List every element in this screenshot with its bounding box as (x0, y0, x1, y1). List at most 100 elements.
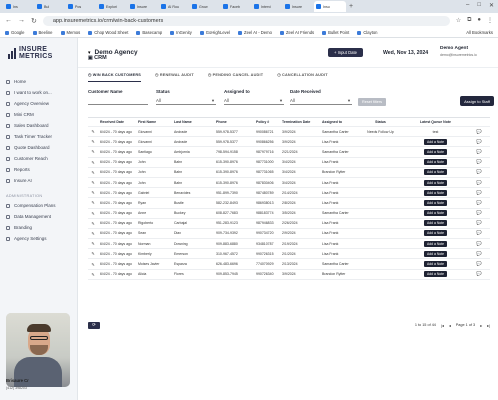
table-row[interactable]: ✎ 6/4/24 - 70 days ago Rigoberto Carbajal 95… (88, 219, 490, 229)
comment-icon[interactable]: 💬 (468, 129, 490, 135)
sidebar-item[interactable]: Compensation Plans (0, 200, 78, 211)
table-row[interactable]: ✎ 6/4/24 - 70 days ago John Bahn 615-390-897… (88, 168, 490, 178)
sidebar-item[interactable]: Insure AI (0, 175, 78, 186)
edit-icon[interactable]: ✎ (88, 231, 98, 236)
crm-tab[interactable]: ◷ RENEWAL AUDIT (155, 72, 194, 82)
add-note-button[interactable]: Add a Note (424, 220, 447, 227)
add-note-button[interactable]: Add a Note (424, 210, 447, 217)
sidebar-item[interactable]: Customer Reach (0, 153, 78, 164)
column-header[interactable]: Latest Queue Note (403, 120, 468, 124)
browser-tab[interactable]: Explori (97, 1, 127, 12)
insure-metrics-logo[interactable]: INSURE METRICS (8, 46, 53, 60)
comment-icon[interactable]: 💬 (468, 139, 490, 145)
edit-icon[interactable]: ✎ (88, 241, 98, 246)
sidebar-item[interactable]: I want to work on... (0, 87, 78, 98)
close-icon[interactable]: ✕ (489, 2, 494, 9)
status-select[interactable]: All ▾ (156, 97, 216, 105)
table-row[interactable]: ✎ 6/4/24 - 70 days ago Alicia Flores 909-853… (88, 270, 490, 280)
table-row[interactable]: ✎ 6/4/24 - 70 days ago Kimberly Emerson 310-… (88, 249, 490, 260)
browser-tab[interactable]: Faceb (221, 1, 251, 12)
assigned-to-select[interactable]: All ▾ (224, 97, 284, 105)
comment-icon[interactable]: 💬 (468, 230, 490, 236)
reset-filters-button[interactable]: Reset filters (358, 98, 386, 106)
browser-tab[interactable]: Insure (128, 1, 158, 12)
comment-icon[interactable]: 💬 (468, 169, 490, 175)
star-icon[interactable]: ☆ (456, 17, 461, 24)
browser-tab[interactable]: Insu (314, 1, 346, 12)
bookmark-item[interactable]: Google (5, 30, 25, 35)
table-row[interactable]: ✎ 6/4/24 - 70 days ago John Bahn 615-390-897… (88, 178, 490, 189)
table-row[interactable]: ✎ 6/4/24 - 70 days ago Santiago Ambjornia 79… (88, 147, 490, 158)
add-note-button[interactable]: Add a Note (424, 261, 447, 268)
last-page-icon[interactable]: ▸| (487, 323, 490, 328)
browser-tab[interactable]: AI Rou (159, 1, 189, 12)
edit-icon[interactable]: ✎ (88, 190, 98, 195)
edit-icon[interactable]: ✎ (88, 200, 98, 205)
bookmark-item[interactable]: GoHighLevel (199, 30, 230, 35)
agent-name[interactable]: Demo Agent (440, 46, 468, 51)
table-row[interactable]: ✎ 6/4/24 - 70 days ago Gabriel Benavides 951… (88, 188, 490, 199)
assign-to-staff-button[interactable]: Assign to Staff (460, 96, 494, 106)
new-tab-icon[interactable]: + (349, 3, 353, 10)
browser-tab[interactable]: Pos (66, 1, 96, 12)
input-date-button[interactable]: + Input Date (328, 48, 363, 57)
refresh-button[interactable]: ⟳ (88, 321, 100, 329)
add-note-button[interactable]: Add a Note (424, 230, 447, 237)
comment-icon[interactable]: 💬 (468, 159, 490, 165)
edit-icon[interactable]: ✎ (88, 211, 98, 216)
browser-tab[interactable]: Ins (4, 1, 34, 12)
comment-icon[interactable]: 💬 (468, 190, 490, 196)
add-note-button[interactable]: Add a Note (424, 138, 447, 145)
bookmark-item[interactable]: Basecamp (136, 30, 162, 35)
column-header[interactable]: Assigned to (322, 120, 358, 124)
column-header[interactable]: Policy # (256, 120, 282, 124)
comment-icon[interactable]: 💬 (468, 149, 490, 155)
browser-tab[interactable]: Grow (190, 1, 220, 12)
sidebar-item[interactable]: Home (0, 76, 78, 87)
sidebar-item[interactable]: Sales Dashboard (0, 120, 78, 131)
edit-icon[interactable]: ✎ (88, 139, 98, 144)
table-row[interactable]: ✎ 6/4/24 - 70 days ago Ryan Bustle 582-232-8… (88, 198, 490, 209)
add-note-button[interactable]: Add a Note (424, 179, 447, 186)
column-header[interactable]: Phone (216, 120, 256, 124)
bookmark-item[interactable]: Chop Wood Sheet (88, 30, 128, 35)
bookmark-item[interactable]: Clayton (357, 30, 378, 35)
edit-icon[interactable]: ✎ (88, 262, 98, 267)
column-header[interactable]: Received Date (98, 120, 138, 124)
column-header[interactable]: First Name (138, 120, 174, 124)
back-icon[interactable]: ← (5, 17, 12, 24)
add-note-button[interactable]: Add a Note (424, 250, 447, 257)
bookmark-item[interactable]: InGenity (170, 30, 192, 35)
edit-icon[interactable]: ✎ (88, 149, 98, 154)
table-row[interactable]: ✎ 6/4/24 - 70 days ago Sean Diax 909-734-939… (88, 229, 490, 240)
browser-tab[interactable]: Bul (35, 1, 65, 12)
crm-tab[interactable]: ◷ PENDING CANCEL AUDIT (208, 72, 263, 82)
edit-icon[interactable]: ✎ (88, 251, 98, 256)
bookmark-item[interactable]: Zeel AI Friends (279, 30, 314, 35)
comment-icon[interactable]: 💬 (468, 251, 490, 257)
edit-icon[interactable]: ✎ (88, 272, 98, 277)
edit-icon[interactable]: ✎ (88, 170, 98, 175)
sidebar-item[interactable]: Task Timer Tracker (0, 131, 78, 142)
profile-icon[interactable]: ● (477, 17, 481, 24)
sidebar-item[interactable]: Data Management (0, 211, 78, 222)
comment-icon[interactable]: 💬 (468, 180, 490, 186)
bookmark-item[interactable]: Zeel AI - Demo (238, 30, 272, 35)
sidebar-item[interactable]: Reports (0, 164, 78, 175)
table-row[interactable]: ✎ 6/4/24 - 70 days ago Norman Downing 909-88… (88, 239, 490, 250)
column-header[interactable]: Last Name (174, 120, 216, 124)
browser-tab[interactable]: Intervi (252, 1, 282, 12)
table-row[interactable]: ✎ 6/4/24 - 70 days ago Giovanni Andrade 559-… (88, 127, 490, 138)
comment-icon[interactable]: 💬 (468, 261, 490, 267)
comment-icon[interactable]: 💬 (468, 271, 490, 277)
table-row[interactable]: ✎ 6/4/24 - 70 days ago Moises Javier Esparz… (88, 259, 490, 270)
comment-icon[interactable]: 💬 (468, 200, 490, 206)
edit-icon[interactable]: ✎ (88, 221, 98, 226)
next-page-icon[interactable]: ▸ (480, 323, 482, 328)
bookmark-item[interactable]: Bullet Point (322, 30, 349, 35)
extensions-icon[interactable]: ⧉ (467, 17, 471, 24)
menu-icon[interactable]: ⋮ (487, 17, 493, 24)
customer-name-input[interactable] (88, 97, 148, 105)
comment-icon[interactable]: 💬 (468, 210, 490, 216)
column-header[interactable]: Termination Date (282, 120, 322, 124)
